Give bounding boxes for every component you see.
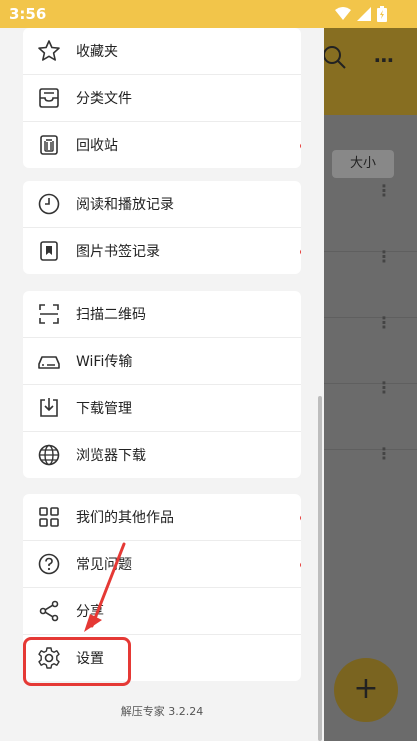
grid-icon [39,507,59,527]
tray-icon [39,88,59,108]
drawer-item-download-manager[interactable]: 下载管理 [23,384,301,431]
notification-dot [300,249,301,255]
drawer-group-3: 扫描二维码 WiFi传输 下载管理 浏览器下载 [23,291,301,478]
status-time: 3:56 [9,5,47,23]
row-divider [324,449,417,450]
drawer-group-1: 收藏夹 分类文件 回收站 [23,28,301,168]
drawer-item-image-bookmarks[interactable]: 图片书签记录 [23,227,301,274]
app-version: 解压专家 3.2.24 [120,705,204,718]
drawer-item-label: 收藏夹 [76,44,118,60]
row-divider [324,383,417,384]
drawer-item-browser-download[interactable]: 浏览器下载 [23,431,301,478]
drawer-item-label: 浏览器下载 [76,448,146,464]
wifi-icon [335,7,351,20]
drawer-item-categories[interactable]: 分类文件 [23,74,301,121]
annotation-arrow-icon [84,542,126,632]
drawer-item-favorites[interactable]: 收藏夹 [23,28,301,74]
share-icon [39,600,59,622]
sort-size-chip[interactable]: 大小 [332,150,394,178]
more-options-icon[interactable]: ⋯ [374,48,395,72]
drawer-scrollbar[interactable] [318,396,322,741]
wifi-transfer-icon [38,356,60,369]
drawer-item-label: 扫描二维码 [76,307,146,323]
notification-dot [300,143,301,149]
drawer-item-label: 我们的其他作品 [76,510,174,526]
drawer-item-label: 阅读和播放记录 [76,197,174,213]
drawer-item-label: WiFi传输 [76,354,133,370]
battery-icon [377,6,387,22]
drawer-item-label: 图片书签记录 [76,244,160,260]
drawer-item-reading-history[interactable]: 阅读和播放记录 [23,181,301,227]
drawer-group-2: 阅读和播放记录 图片书签记录 [23,181,301,274]
annotation-highlight-box [23,637,131,686]
row-menu-icon[interactable]: ⋮ [376,378,392,397]
drawer-item-recycle-bin[interactable]: 回收站 [23,121,301,168]
bookmark-icon [40,241,58,261]
status-bar: 3:56 [0,0,417,28]
clock-icon [38,193,60,215]
signal-icon [357,7,371,21]
drawer-item-share[interactable]: 分享 [23,587,301,634]
help-icon [38,553,60,575]
notification-dot [300,562,301,568]
row-menu-icon[interactable]: ⋮ [376,313,392,332]
search-icon[interactable] [321,44,347,70]
drawer-item-label: 下载管理 [76,401,132,417]
drawer-item-wifi-transfer[interactable]: WiFi传输 [23,337,301,384]
drawer-item-label: 回收站 [76,138,118,154]
row-divider [324,251,417,252]
star-icon [38,40,60,61]
scan-icon [39,304,59,324]
row-divider [324,317,417,318]
drawer-item-scan-qr[interactable]: 扫描二维码 [23,291,301,337]
globe-icon [38,444,60,466]
drawer-item-faq[interactable]: 常见问题 [23,540,301,587]
drawer-item-other-apps[interactable]: 我们的其他作品 [23,494,301,540]
row-menu-icon[interactable]: ⋮ [376,247,392,266]
add-fab-button[interactable]: + [334,658,398,722]
drawer-item-label: 分类文件 [76,91,132,107]
notification-dot [300,515,301,521]
navigation-drawer: 收藏夹 分类文件 回收站 阅读和播放记录 图片书签记录 扫描二维码 WiFi传输… [0,28,324,741]
row-menu-icon[interactable]: ⋮ [376,444,392,463]
download-icon [40,398,58,417]
trash-icon [40,135,58,155]
row-menu-icon[interactable]: ⋮ [376,181,392,200]
